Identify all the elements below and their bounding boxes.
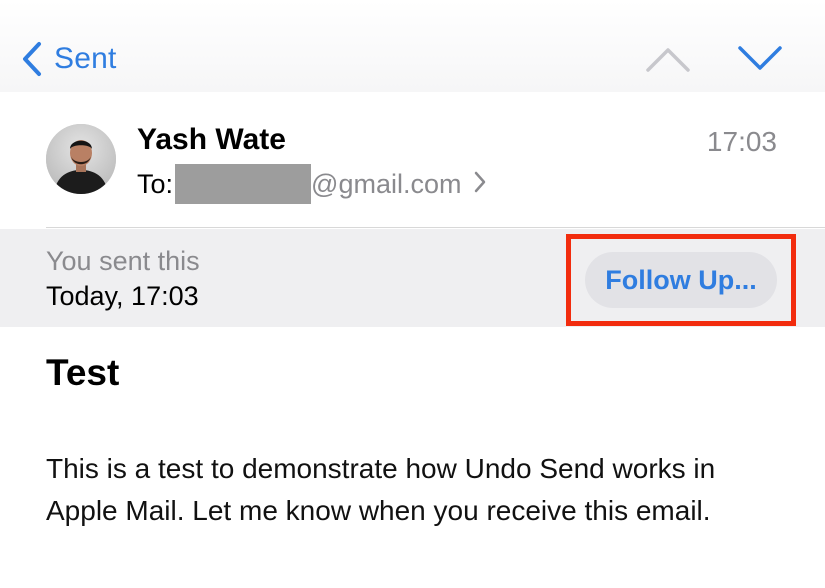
chevron-up-icon [644, 48, 692, 82]
chevron-right-icon [473, 170, 487, 199]
message-header: Yash Wate To: @gmail.com 17:03 [0, 92, 825, 228]
sent-date: Today, 17:03 [46, 281, 199, 311]
highlight-annotation-box: Follow Up... [566, 234, 796, 326]
to-label: To: [137, 168, 174, 199]
recipient-email-suffix: @gmail.com [311, 168, 462, 199]
message-subject: Test [46, 352, 120, 393]
previous-message-button[interactable] [644, 40, 692, 78]
mail-message-screen: Sent Yash Wate To: @gmail.com 17:03 You … [0, 0, 825, 588]
back-label: Sent [54, 42, 117, 75]
avatar-photo [46, 124, 116, 194]
message-time: 17:03 [706, 126, 777, 157]
avatar[interactable] [46, 124, 116, 194]
header-divider [46, 227, 825, 228]
sent-caption: You sent this [46, 246, 200, 276]
sender-name[interactable]: Yash Wate [137, 122, 286, 158]
redacted-email-block [175, 164, 312, 204]
message-body: This is a test to demonstrate how Undo S… [46, 453, 716, 526]
next-message-button[interactable] [736, 40, 784, 78]
recipient-row[interactable]: To: @gmail.com [137, 164, 487, 204]
chevron-left-icon [22, 41, 42, 77]
follow-up-button[interactable]: Follow Up... [585, 252, 777, 308]
chevron-down-icon [736, 46, 784, 82]
navigation-bar: Sent [0, 0, 825, 92]
back-button[interactable]: Sent [22, 36, 117, 82]
sent-banner: You sent this Today, 17:03 Follow Up... [0, 229, 825, 327]
